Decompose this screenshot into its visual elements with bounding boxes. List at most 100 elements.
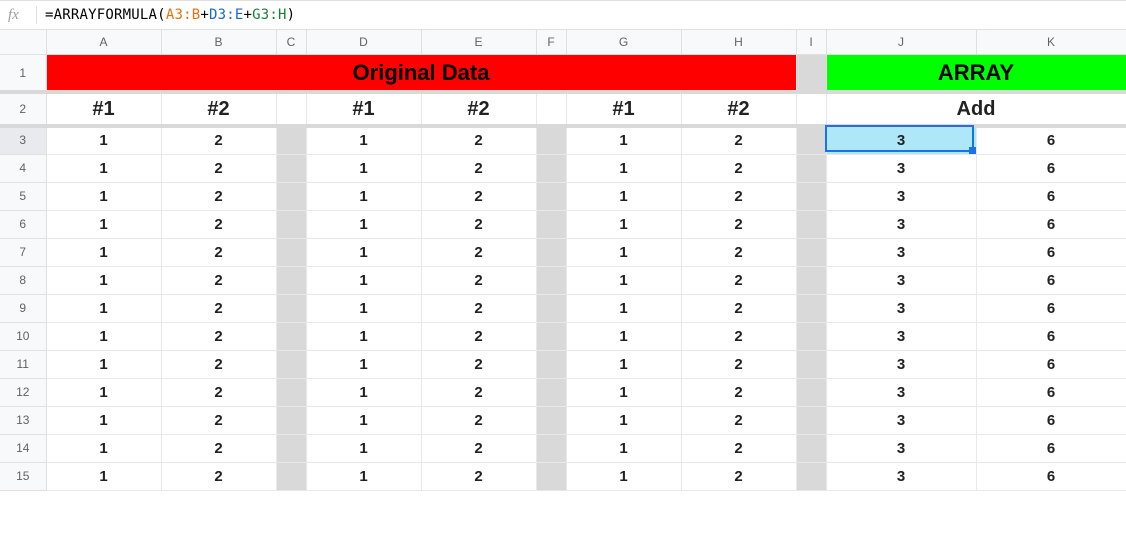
cell-J10[interactable]: 3 (826, 322, 976, 350)
separator-F11[interactable] (536, 350, 566, 378)
cell-E6[interactable]: 2 (421, 210, 536, 238)
cell-K13[interactable]: 6 (976, 406, 1126, 434)
cell-G11[interactable]: 1 (566, 350, 681, 378)
separator-F12[interactable] (536, 378, 566, 406)
row-header-10[interactable]: 10 (0, 322, 46, 350)
cell-B6[interactable]: 2 (161, 210, 276, 238)
cell-E7[interactable]: 2 (421, 238, 536, 266)
cell-B5[interactable]: 2 (161, 182, 276, 210)
row-header-13[interactable]: 13 (0, 406, 46, 434)
cell-A6[interactable]: 1 (46, 210, 161, 238)
separator-I[interactable] (796, 92, 826, 126)
cell-B9[interactable]: 2 (161, 294, 276, 322)
cell-G7[interactable]: 1 (566, 238, 681, 266)
cell-H10[interactable]: 2 (681, 322, 796, 350)
cell-B11[interactable]: 2 (161, 350, 276, 378)
cell-H6[interactable]: 2 (681, 210, 796, 238)
cell-H4[interactable]: 2 (681, 154, 796, 182)
cell-H8[interactable]: 2 (681, 266, 796, 294)
cell-B3[interactable]: 2 (161, 126, 276, 154)
column-header-C[interactable]: C (276, 30, 306, 54)
cell-B14[interactable]: 2 (161, 434, 276, 462)
separator-F8[interactable] (536, 266, 566, 294)
column-header-B[interactable]: B (161, 30, 276, 54)
cell-K3[interactable]: 6 (976, 126, 1126, 154)
separator-C10[interactable] (276, 322, 306, 350)
separator-I14[interactable] (796, 434, 826, 462)
cell-D11[interactable]: 1 (306, 350, 421, 378)
cell-A8[interactable]: 1 (46, 266, 161, 294)
cell-E12[interactable]: 2 (421, 378, 536, 406)
separator-C15[interactable] (276, 462, 306, 490)
cell-G5[interactable]: 1 (566, 182, 681, 210)
separator-F10[interactable] (536, 322, 566, 350)
cell-H13[interactable]: 2 (681, 406, 796, 434)
cell-B13[interactable]: 2 (161, 406, 276, 434)
separator-I6[interactable] (796, 210, 826, 238)
separator-C4[interactable] (276, 154, 306, 182)
cell-B7[interactable]: 2 (161, 238, 276, 266)
cell-K10[interactable]: 6 (976, 322, 1126, 350)
separator-I10[interactable] (796, 322, 826, 350)
separator-C5[interactable] (276, 182, 306, 210)
cell-E4[interactable]: 2 (421, 154, 536, 182)
cell-D12[interactable]: 1 (306, 378, 421, 406)
formula-input[interactable]: =ARRAYFORMULA(A3:B+D3:E+G3:H) (45, 7, 1118, 23)
cell-B10[interactable]: 2 (161, 322, 276, 350)
cell-K7[interactable]: 6 (976, 238, 1126, 266)
row-header-4[interactable]: 4 (0, 154, 46, 182)
column-header-G[interactable]: G (566, 30, 681, 54)
separator-C12[interactable] (276, 378, 306, 406)
cell-A15[interactable]: 1 (46, 462, 161, 490)
separator-F[interactable] (536, 92, 566, 126)
row-header-6[interactable]: 6 (0, 210, 46, 238)
column-header-E[interactable]: E (421, 30, 536, 54)
separator-F5[interactable] (536, 182, 566, 210)
cell-K9[interactable]: 6 (976, 294, 1126, 322)
separator-I4[interactable] (796, 154, 826, 182)
column-header-I[interactable]: I (796, 30, 826, 54)
cell-H15[interactable]: 2 (681, 462, 796, 490)
cell-J14[interactable]: 3 (826, 434, 976, 462)
separator-C3[interactable] (276, 126, 306, 154)
subheader-B[interactable]: #2 (161, 92, 276, 126)
separator-I3[interactable] (796, 126, 826, 154)
column-header-K[interactable]: K (976, 30, 1126, 54)
column-header-A[interactable]: A (46, 30, 161, 54)
cell-B15[interactable]: 2 (161, 462, 276, 490)
header-original-data[interactable]: Original Data (46, 54, 796, 92)
separator-F14[interactable] (536, 434, 566, 462)
row-header-9[interactable]: 9 (0, 294, 46, 322)
cell-D7[interactable]: 1 (306, 238, 421, 266)
separator-C11[interactable] (276, 350, 306, 378)
cell-G6[interactable]: 1 (566, 210, 681, 238)
row-header-11[interactable]: 11 (0, 350, 46, 378)
cell-E11[interactable]: 2 (421, 350, 536, 378)
cell-A5[interactable]: 1 (46, 182, 161, 210)
cell-B12[interactable]: 2 (161, 378, 276, 406)
cell-H5[interactable]: 2 (681, 182, 796, 210)
cell-H11[interactable]: 2 (681, 350, 796, 378)
cell-J7[interactable]: 3 (826, 238, 976, 266)
cell-D3[interactable]: 1 (306, 126, 421, 154)
separator-I[interactable] (796, 54, 826, 92)
cell-D6[interactable]: 1 (306, 210, 421, 238)
column-header-F[interactable]: F (536, 30, 566, 54)
row-header-7[interactable]: 7 (0, 238, 46, 266)
cell-B4[interactable]: 2 (161, 154, 276, 182)
separator-F4[interactable] (536, 154, 566, 182)
cell-J4[interactable]: 3 (826, 154, 976, 182)
separator-F15[interactable] (536, 462, 566, 490)
cell-H3[interactable]: 2 (681, 126, 796, 154)
cell-H7[interactable]: 2 (681, 238, 796, 266)
subheader-D[interactable]: #1 (306, 92, 421, 126)
cell-E3[interactable]: 2 (421, 126, 536, 154)
column-header-J[interactable]: J (826, 30, 976, 54)
cell-E8[interactable]: 2 (421, 266, 536, 294)
subheader-G[interactable]: #1 (566, 92, 681, 126)
cell-J6[interactable]: 3 (826, 210, 976, 238)
cell-E15[interactable]: 2 (421, 462, 536, 490)
cell-G9[interactable]: 1 (566, 294, 681, 322)
column-header-D[interactable]: D (306, 30, 421, 54)
subheader-H[interactable]: #2 (681, 92, 796, 126)
